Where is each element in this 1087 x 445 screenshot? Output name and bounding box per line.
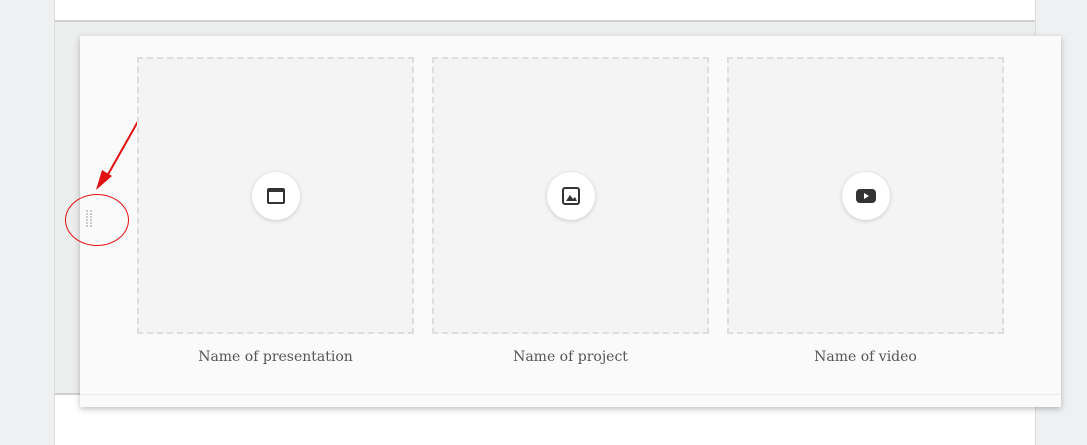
project-placeholder[interactable] [432,57,709,334]
add-video-button[interactable] [841,171,890,220]
project-caption[interactable]: Name of project [432,347,709,367]
previous-section[interactable] [55,0,1035,22]
video-placeholder[interactable] [727,57,1004,334]
add-image-button[interactable] [546,171,595,220]
presentation-icon [266,187,285,204]
section-divider [80,394,1061,395]
presentation-placeholder[interactable] [137,57,414,334]
presentation-caption[interactable]: Name of presentation [137,347,414,367]
image-icon [561,186,580,205]
video-caption[interactable]: Name of video [727,347,1004,367]
annotation-circle [65,194,129,246]
add-presentation-button[interactable] [251,171,300,220]
youtube-video-icon [855,188,876,203]
